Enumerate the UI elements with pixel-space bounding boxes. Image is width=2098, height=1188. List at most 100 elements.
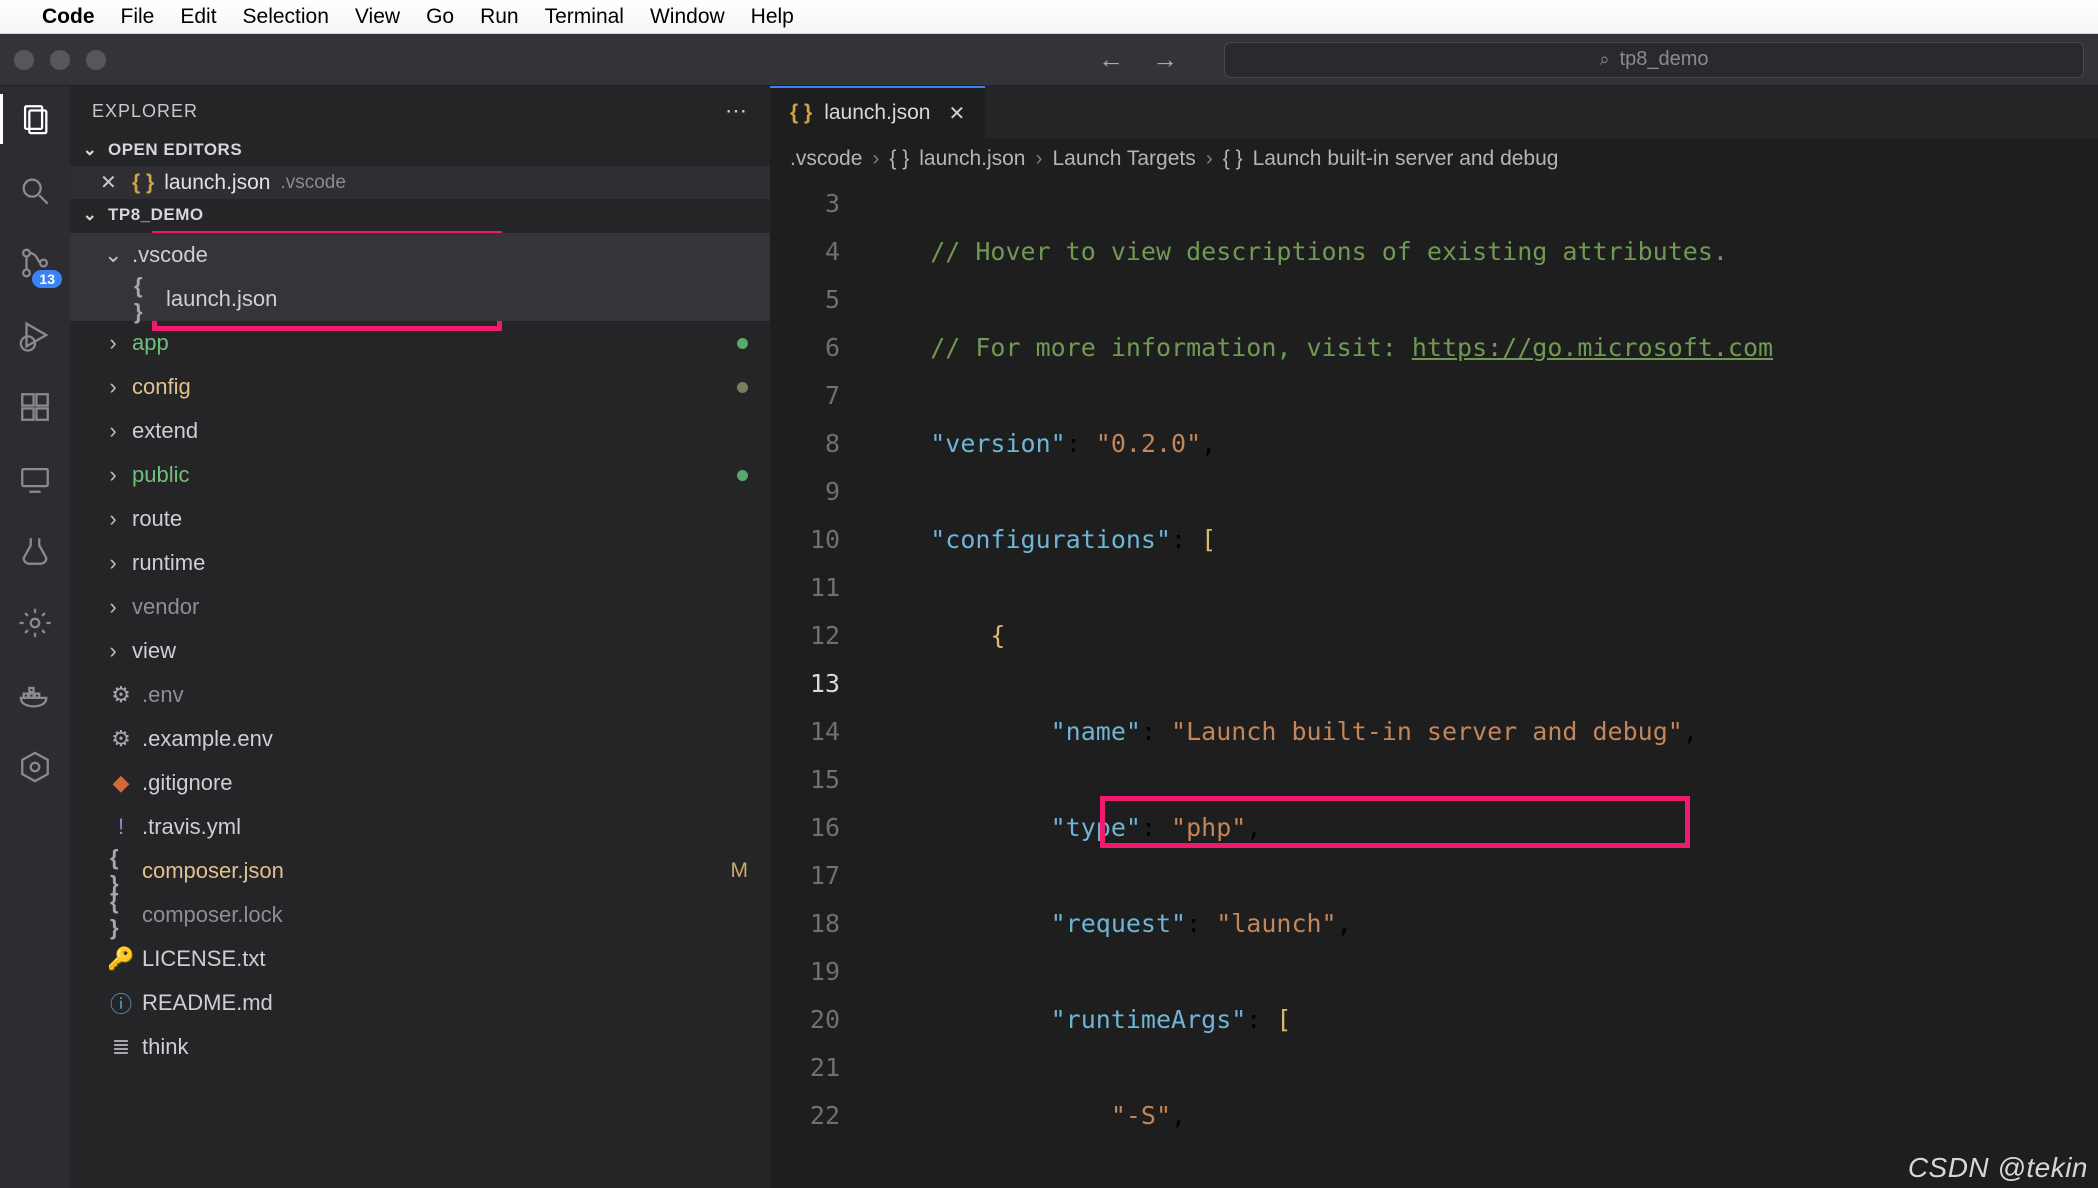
- code-editor[interactable]: 345 678 91011 121314 151617 181920 2122 …: [770, 180, 2098, 1188]
- file-label: README.md: [142, 990, 273, 1016]
- crumb[interactable]: Launch Targets: [1053, 147, 1196, 171]
- open-editor-dir: .vscode: [280, 172, 345, 194]
- chevron-right-icon: ›: [104, 594, 122, 620]
- json-icon: { }: [1223, 147, 1243, 171]
- explorer-title: EXPLORER: [92, 101, 198, 122]
- folder-label: app: [132, 330, 169, 356]
- file-gitignore[interactable]: ◆ .gitignore: [70, 761, 770, 805]
- breadcrumb[interactable]: .vscode › { } launch.json › Launch Targe…: [770, 138, 2098, 180]
- project-header[interactable]: ⌄ TP8_DEMO: [70, 199, 770, 231]
- json-icon: { }: [110, 889, 132, 941]
- file-launch-json[interactable]: { } launch.json: [70, 277, 770, 321]
- folder-label: config: [132, 374, 191, 400]
- folder-label: vendor: [132, 594, 199, 620]
- file-label: composer.json: [142, 858, 284, 884]
- explorer-icon[interactable]: [16, 100, 54, 138]
- docker-icon[interactable]: [16, 676, 54, 714]
- open-editor-item[interactable]: ✕ { } launch.json .vscode: [70, 166, 770, 199]
- app-name[interactable]: Code: [42, 5, 95, 29]
- line-gutter: 345 678 91011 121314 151617 181920 2122: [770, 180, 864, 1188]
- folder-vscode[interactable]: ⌄ .vscode: [70, 233, 770, 277]
- chevron-right-icon: ›: [104, 418, 122, 444]
- file-travis[interactable]: ! .travis.yml: [70, 805, 770, 849]
- json-icon: { }: [132, 171, 154, 195]
- source-control-icon[interactable]: 13: [16, 244, 54, 282]
- folder-extend[interactable]: › extend: [70, 409, 770, 453]
- close-icon[interactable]: [14, 50, 34, 70]
- file-icon: ≣: [110, 1034, 132, 1060]
- tab-label: launch.json: [824, 101, 930, 125]
- folder-view[interactable]: › view: [70, 629, 770, 673]
- menu-terminal[interactable]: Terminal: [545, 5, 624, 29]
- folder-vendor[interactable]: › vendor: [70, 585, 770, 629]
- folder-public[interactable]: › public: [70, 453, 770, 497]
- crumb[interactable]: Launch built-in server and debug: [1253, 147, 1559, 171]
- menu-help[interactable]: Help: [751, 5, 794, 29]
- menu-go[interactable]: Go: [426, 5, 454, 29]
- project-name: TP8_DEMO: [108, 205, 204, 225]
- file-label: .env: [142, 682, 184, 708]
- search-icon[interactable]: [16, 172, 54, 210]
- kubernetes-icon[interactable]: [16, 748, 54, 786]
- chevron-right-icon: ›: [104, 638, 122, 664]
- menu-edit[interactable]: Edit: [180, 5, 216, 29]
- folder-runtime[interactable]: › runtime: [70, 541, 770, 585]
- folder-route[interactable]: › route: [70, 497, 770, 541]
- license-icon: 🔑: [110, 946, 132, 972]
- editor-tabs: { } launch.json ✕: [770, 86, 2098, 138]
- testing-icon[interactable]: [16, 532, 54, 570]
- nav-back-icon[interactable]: ←: [1098, 44, 1124, 75]
- explorer-more-icon[interactable]: ⋯: [725, 98, 748, 124]
- folder-config[interactable]: › config: [70, 365, 770, 409]
- json-icon: { }: [134, 273, 156, 325]
- file-example-env[interactable]: ⚙ .example.env: [70, 717, 770, 761]
- open-editors-header[interactable]: ⌄ OPEN EDITORS: [70, 134, 770, 166]
- extensions-icon[interactable]: [16, 388, 54, 426]
- file-composer-lock[interactable]: { } composer.lock: [70, 893, 770, 937]
- settings-gear-icon[interactable]: [16, 604, 54, 642]
- menu-view[interactable]: View: [355, 5, 400, 29]
- window-titlebar: ← → ⌕ tp8_demo: [0, 34, 2098, 86]
- file-env[interactable]: ⚙ .env: [70, 673, 770, 717]
- file-composer-json[interactable]: { } composer.json M: [70, 849, 770, 893]
- open-editors-label: OPEN EDITORS: [108, 140, 242, 160]
- crumb[interactable]: launch.json: [919, 147, 1025, 171]
- activity-bar: 13: [0, 86, 70, 1188]
- nav-forward-icon[interactable]: →: [1152, 44, 1178, 75]
- yaml-icon: !: [110, 814, 132, 840]
- file-readme[interactable]: ⓘ README.md: [70, 981, 770, 1025]
- menu-run[interactable]: Run: [480, 5, 519, 29]
- tab-launch-json[interactable]: { } launch.json ✕: [770, 86, 985, 138]
- file-label: think: [142, 1034, 188, 1060]
- annotation-highlight: [1100, 796, 1690, 848]
- folder-label: runtime: [132, 550, 205, 576]
- remote-icon[interactable]: [16, 460, 54, 498]
- json-icon: { }: [889, 147, 909, 171]
- git-icon: ◆: [110, 770, 132, 796]
- code-body[interactable]: // Hover to view descriptions of existin…: [864, 180, 2098, 1188]
- menu-window[interactable]: Window: [650, 5, 725, 29]
- run-debug-icon[interactable]: [16, 316, 54, 354]
- folder-label: public: [132, 462, 189, 488]
- crumb[interactable]: .vscode: [790, 147, 862, 171]
- git-modified-icon: [737, 470, 748, 481]
- file-license[interactable]: 🔑 LICENSE.txt: [70, 937, 770, 981]
- file-think[interactable]: ≣ think: [70, 1025, 770, 1069]
- command-center[interactable]: ⌕ tp8_demo: [1224, 42, 2084, 78]
- gear-icon: ⚙: [110, 682, 132, 708]
- zoom-icon[interactable]: [86, 50, 106, 70]
- search-icon: ⌕: [1599, 49, 1609, 70]
- menu-file[interactable]: File: [121, 5, 155, 29]
- minimize-icon[interactable]: [50, 50, 70, 70]
- folder-app[interactable]: › app: [70, 321, 770, 365]
- chevron-right-icon: ›: [104, 550, 122, 576]
- chevron-down-icon: ⌄: [82, 205, 98, 225]
- folder-label: route: [132, 506, 182, 532]
- chevron-right-icon: ›: [104, 330, 122, 356]
- chevron-right-icon: ›: [872, 147, 879, 171]
- menu-selection[interactable]: Selection: [243, 5, 329, 29]
- close-tab-icon[interactable]: ✕: [948, 101, 965, 126]
- close-editor-icon[interactable]: ✕: [100, 170, 122, 195]
- git-modified-icon: [737, 338, 748, 349]
- traffic-lights[interactable]: [14, 50, 106, 70]
